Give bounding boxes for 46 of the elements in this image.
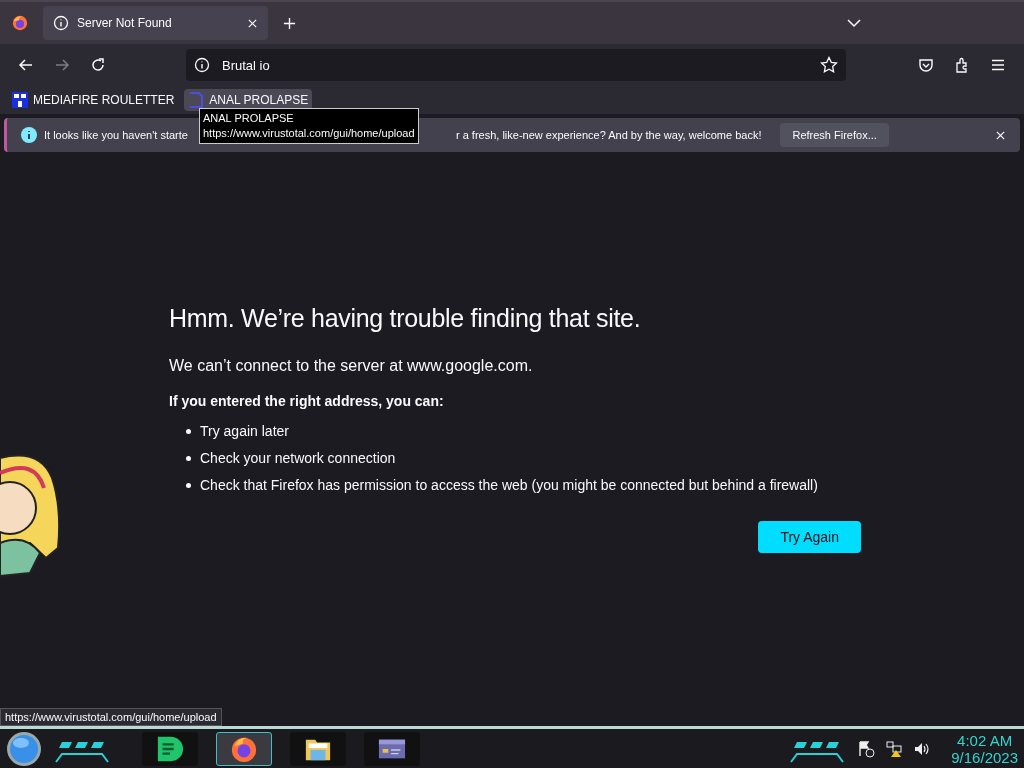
start-button[interactable] [6,730,42,767]
forward-icon[interactable] [54,57,70,73]
try-again-button[interactable]: Try Again [758,521,861,553]
tab-title: Server Not Found [77,16,173,30]
chat-icon [156,734,184,763]
back-icon[interactable] [18,57,34,73]
status-url: https://www.virustotal.com/gui/home/upload [0,708,222,726]
bookmark-icon [12,92,28,108]
close-icon[interactable] [247,17,258,29]
menu-icon[interactable] [990,57,1006,73]
new-tab-icon[interactable] [283,16,296,30]
address-bar[interactable]: Brutal io [186,49,846,81]
chevron-down-icon[interactable] [847,18,861,28]
bullet-icon [186,455,191,461]
notification-text: r a fresh, like-new experience? And by the way, welcome back! [455,129,762,141]
taskbar-app[interactable] [290,731,346,766]
advice-heading: If you entered the right address, you can: [169,393,445,409]
taskbar-app[interactable] [216,731,272,766]
taskbar-clock[interactable]: 4:02 AM 9/16/2023 [951,731,1018,766]
advice-item: Check your network connection [200,450,396,466]
firefox-icon[interactable] [11,14,29,32]
bookmark-item[interactable]: ANAL PROLAPSE [184,89,313,111]
bullet-icon [186,482,191,488]
advice-item: Check that Firefox has permission to access the web (you might be connected but behind a firewall) [200,477,818,493]
network-warning-icon[interactable] [885,739,904,758]
info-icon [53,15,69,31]
star-icon[interactable] [820,56,838,74]
taskbar-app[interactable] [142,731,198,766]
taskbar-app[interactable] [364,731,420,766]
error-message: We can’t connect to the server at www.google.com. [169,357,534,375]
close-icon[interactable] [995,129,1006,141]
tooltip: ANAL PROLAPSE https://www.virustotal.com/gui/home/upload [199,108,419,144]
refresh-firefox-button[interactable]: Refresh Firefox... [780,123,889,147]
error-heading: Hmm. We’re having trouble finding that site. [169,304,642,333]
notification-text: It looks like you haven't starte [44,129,188,141]
flag-icon[interactable] [857,739,876,758]
bookmark-icon [188,92,205,108]
info-icon [21,127,37,143]
bookmark-item[interactable]: MEDIAFIRE ROULETTER [8,89,179,111]
puzzle-icon[interactable] [954,57,970,73]
advice-item: Try again later [200,423,289,439]
info-icon [194,57,210,73]
bullet-icon [186,428,191,434]
reload-icon[interactable] [90,57,106,73]
browser-tab[interactable]: Server Not Found [43,6,268,40]
pocket-icon[interactable] [918,57,934,73]
